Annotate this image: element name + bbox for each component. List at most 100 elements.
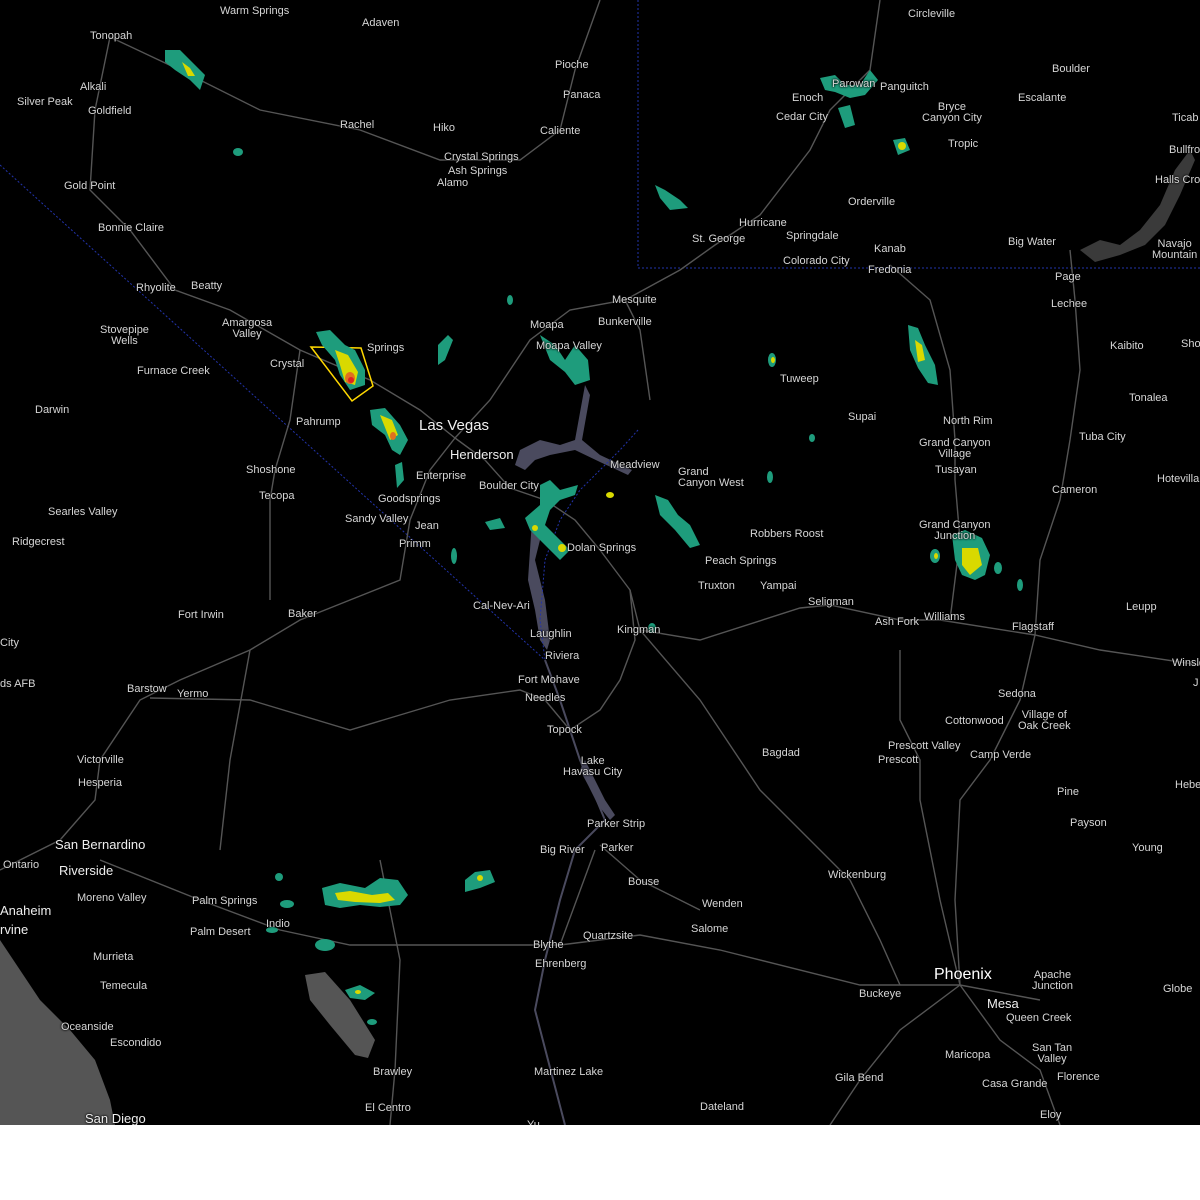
radar-map[interactable]: Warm Springs Adaven Tonopah Alkali Silve… — [0, 0, 1200, 1125]
label-pine: Pine — [1057, 786, 1080, 798]
label-bagdad: Bagdad — [762, 747, 800, 759]
label-bonnie-claire: Bonnie Claire — [98, 222, 165, 234]
label-riviera: Riviera — [545, 650, 580, 662]
label-flagstaff: Flagstaff — [1012, 621, 1054, 633]
label-crystal: Crystal — [270, 358, 305, 370]
label-gold-point: Gold Point — [64, 180, 116, 192]
label-temecula: Temecula — [100, 980, 148, 992]
label-victorville: Victorville — [77, 754, 124, 766]
label-rachel: Rachel — [340, 119, 375, 131]
label-bunkerville: Bunkerville — [598, 316, 652, 328]
label-yampai: Yampai — [760, 580, 797, 592]
label-queen-creek: Queen Creek — [1006, 1012, 1072, 1024]
label-pahrump: Pahrump — [296, 416, 341, 428]
label-peach-springs: Peach Springs — [705, 555, 777, 567]
label-salome: Salome — [691, 923, 729, 935]
label-ash-springs: Ash Springs — [448, 165, 508, 177]
label-darwin: Darwin — [35, 404, 70, 416]
label-shoshone: Shoshone — [246, 464, 296, 476]
label-kaibito: Kaibito — [1110, 340, 1144, 352]
label-cedar-city: Cedar City — [776, 111, 828, 123]
label-indio: Indio — [266, 918, 290, 930]
label-boulder-ut: Boulder — [1052, 63, 1090, 75]
label-needles: Needles — [525, 692, 566, 704]
label-beatty: Beatty — [191, 280, 223, 292]
label-bryce-canyon-city: Bryce Canyon City — [922, 101, 982, 124]
label-kanab: Kanab — [874, 243, 906, 255]
label-warm-springs: Warm Springs — [220, 5, 290, 17]
label-riverside: Riverside — [59, 863, 114, 878]
label-san-bernardino: San Bernardino — [55, 837, 146, 852]
label-grand-canyon-village: Grand Canyon Village — [919, 437, 991, 460]
label-martinez-lake: Martinez Lake — [534, 1066, 604, 1078]
label-circleville: Circleville — [908, 8, 956, 20]
label-las-vegas: Las Vegas — [419, 417, 490, 434]
label-caliente: Caliente — [540, 125, 581, 137]
below-map-area — [0, 1125, 1200, 1200]
label-hotevilla: Hotevilla — [1157, 473, 1200, 485]
label-oceanside: Oceanside — [61, 1021, 114, 1033]
label-grand-canyon-junction: Grand Canyon Junction — [919, 519, 991, 542]
label-young: Young — [1132, 842, 1163, 854]
label-apache-junction: Apache Junction — [1032, 969, 1073, 992]
label-murrieta: Murrieta — [93, 951, 134, 963]
label-moapa: Moapa — [530, 319, 564, 331]
label-tropic: Tropic — [948, 138, 979, 150]
label-goodsprings: Goodsprings — [378, 493, 441, 505]
label-cameron: Cameron — [1052, 484, 1098, 496]
label-payson: Payson — [1070, 817, 1107, 829]
label-tuba-city: Tuba City — [1079, 431, 1126, 443]
ca-nv-border — [0, 164, 546, 661]
label-mesa: Mesa — [987, 996, 1019, 1011]
label-springdale: Springdale — [786, 230, 839, 242]
label-tecopa: Tecopa — [259, 490, 295, 502]
label-seligman: Seligman — [808, 596, 854, 608]
label-barstow: Barstow — [127, 683, 167, 695]
label-ehrenberg: Ehrenberg — [535, 958, 587, 970]
label-california-city: City — [0, 637, 19, 649]
label-moreno-valley: Moreno Valley — [77, 892, 147, 904]
label-fort-irwin: Fort Irwin — [178, 609, 224, 621]
label-quartzsite: Quartzsite — [583, 930, 634, 942]
label-palm-desert: Palm Desert — [190, 926, 251, 938]
label-north-rim: North Rim — [943, 415, 993, 427]
label-globe: Globe — [1163, 983, 1193, 995]
label-ticaboo: Ticab — [1172, 112, 1199, 124]
label-big-water: Big Water — [1008, 236, 1056, 248]
label-wickenburg: Wickenburg — [828, 869, 887, 881]
label-ridgecrest: Ridgecrest — [12, 536, 65, 548]
label-sedona: Sedona — [998, 688, 1036, 700]
label-casa-grande: Casa Grande — [982, 1078, 1048, 1090]
label-buckeye: Buckeye — [859, 988, 902, 1000]
label-anaheim: Anaheim — [0, 903, 52, 918]
label-crystal-springs: Crystal Springs — [444, 151, 519, 163]
label-sandy-valley: Sandy Valley — [345, 513, 409, 525]
label-san-diego: San Diego — [85, 1111, 146, 1125]
label-silver-peak: Silver Peak — [17, 96, 73, 108]
label-fort-mohave: Fort Mohave — [518, 674, 580, 686]
label-mesquite: Mesquite — [612, 294, 657, 306]
label-supai: Supai — [848, 411, 877, 423]
label-hesperia: Hesperia — [78, 777, 123, 789]
map-base-layer — [0, 0, 1200, 1125]
label-panaca: Panaca — [563, 89, 601, 101]
label-dateland: Dateland — [700, 1101, 745, 1113]
label-enterprise: Enterprise — [416, 470, 467, 482]
label-maricopa: Maricopa — [945, 1049, 991, 1061]
label-panguitch: Panguitch — [880, 81, 929, 93]
label-el-centro: El Centro — [365, 1102, 411, 1114]
label-furnace-creek: Furnace Creek — [137, 365, 210, 377]
label-baker: Baker — [288, 608, 317, 620]
label-escondido: Escondido — [110, 1037, 162, 1049]
label-camp-verde: Camp Verde — [970, 749, 1032, 761]
label-phoenix: Phoenix — [934, 966, 992, 983]
label-enoch: Enoch — [792, 92, 824, 104]
label-alkali: Alkali — [80, 81, 107, 93]
label-gila-bend: Gila Bend — [835, 1072, 884, 1084]
label-big-river: Big River — [540, 844, 585, 856]
label-jean: Jean — [415, 520, 439, 532]
label-bouse: Bouse — [628, 876, 660, 888]
label-ash-fork: Ash Fork — [875, 616, 920, 628]
label-boulder-city: Boulder City — [479, 480, 539, 492]
label-williams: Williams — [924, 611, 965, 623]
